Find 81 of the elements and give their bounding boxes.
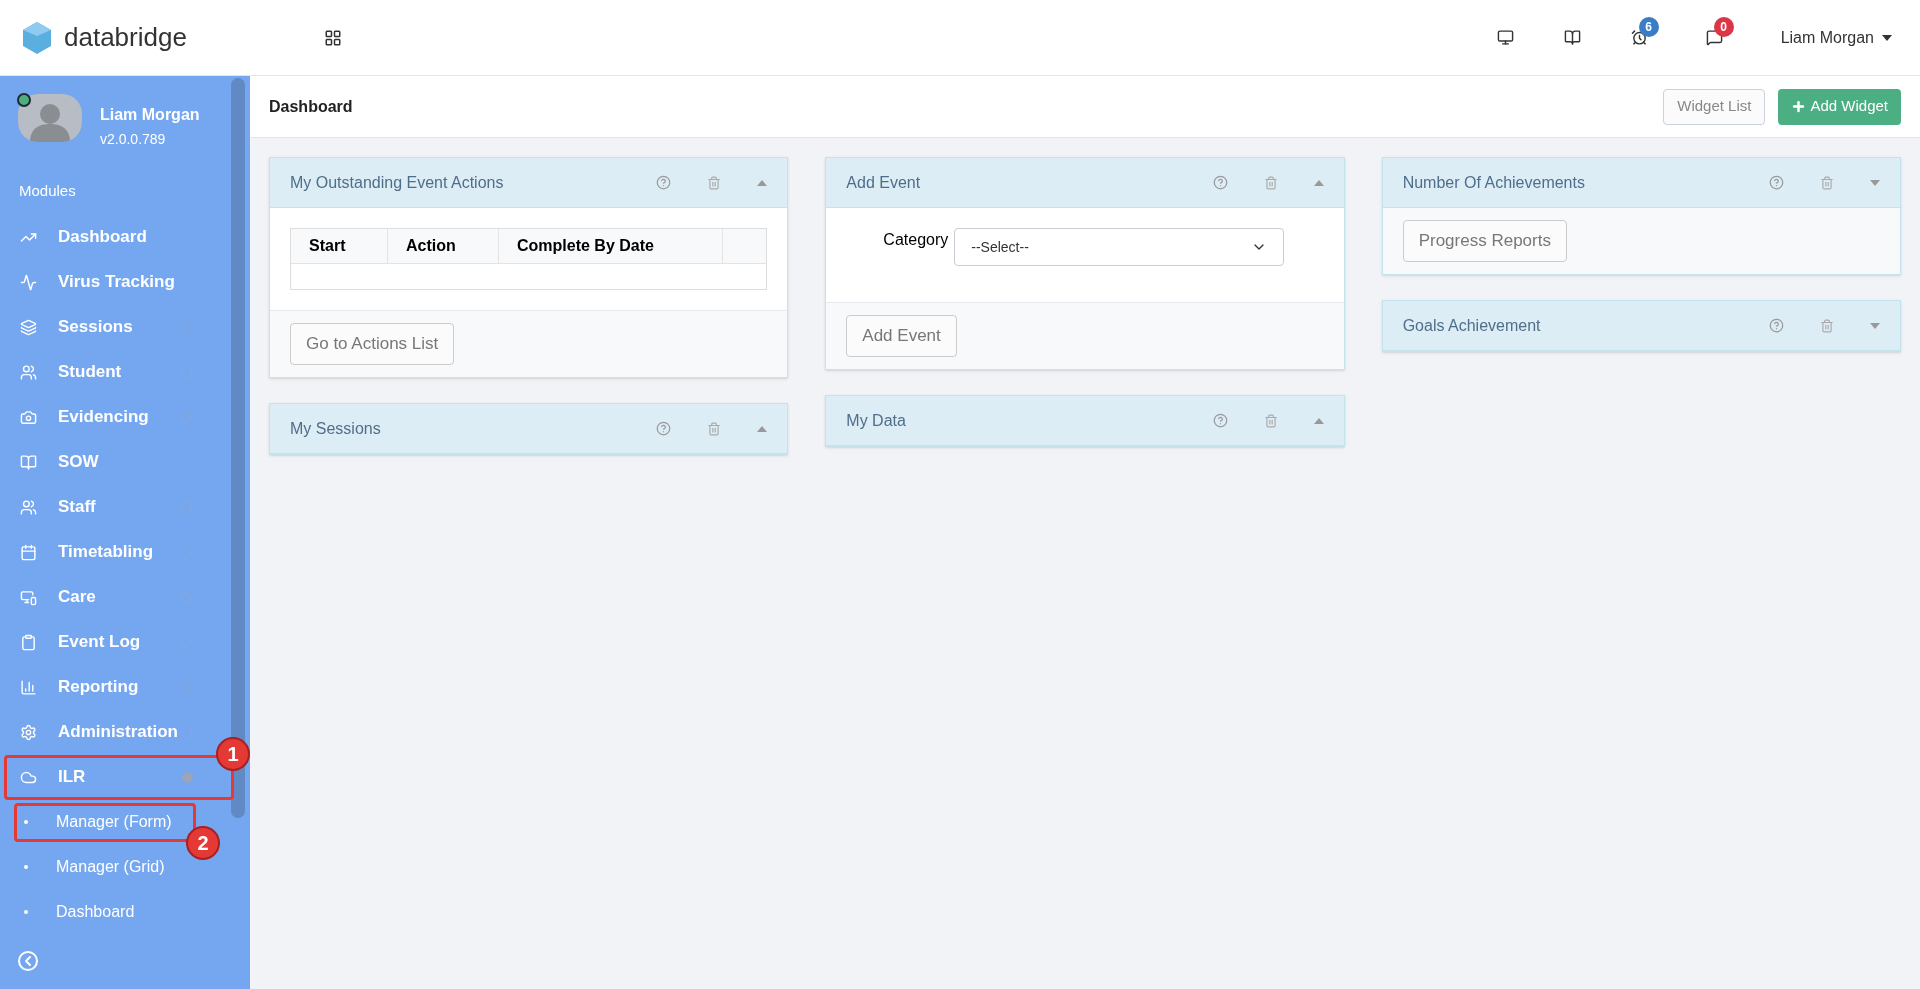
widget-title: Number Of Achievements [1402, 172, 1586, 193]
plus-icon [1791, 99, 1807, 114]
collapse-sidebar-icon[interactable] [18, 951, 38, 971]
widget-title: Goals Achievement [1402, 315, 1542, 336]
bullet-icon [24, 865, 28, 869]
caret-icon[interactable] [1870, 179, 1880, 186]
help-icon[interactable] [1212, 175, 1228, 190]
help-icon[interactable] [656, 421, 672, 436]
chat-bubble-icon[interactable] [1705, 29, 1723, 46]
submenu-item[interactable]: Manager (Form) [17, 805, 193, 839]
widget-list-button[interactable]: Widget List [1663, 88, 1766, 125]
calendar-icon [20, 543, 37, 561]
help-icon[interactable] [1212, 413, 1228, 428]
trash-icon[interactable] [1820, 318, 1834, 333]
caret-icon [1882, 34, 1892, 41]
sidebar-item[interactable]: Staff [0, 484, 220, 530]
sidebar-item[interactable]: Evidencing [0, 394, 220, 440]
clipboard-icon [20, 633, 37, 651]
caret-icon[interactable] [757, 179, 768, 186]
apps-grid-icon[interactable] [324, 28, 342, 47]
settings-icon [20, 723, 37, 741]
sidebar-item[interactable]: Reporting [0, 664, 220, 710]
sidebar-item[interactable]: Student [0, 349, 220, 395]
column-header: Start [291, 229, 388, 263]
sidebar-item[interactable]: Care [0, 574, 220, 620]
help-icon[interactable] [1769, 175, 1784, 190]
sidebar-item[interactable]: Dashboard [0, 214, 220, 260]
caret-icon[interactable] [1313, 179, 1324, 186]
trash-icon[interactable] [707, 175, 722, 190]
page-title: Dashboard [269, 96, 354, 117]
user-icon [20, 363, 37, 381]
sidebar-item[interactable]: Timetabling [0, 529, 220, 575]
trash-icon[interactable] [1263, 175, 1278, 190]
bullet-icon [24, 910, 28, 914]
add-widget-button[interactable]: Add Widget [1778, 88, 1901, 125]
user-icon [20, 498, 37, 516]
trash-icon[interactable] [1820, 175, 1834, 190]
avatar-silhouette [18, 94, 82, 142]
widget-title: My Outstanding Event Actions [290, 172, 505, 193]
column-header: Complete By Date [499, 229, 723, 263]
annotation-badge: 2 [186, 825, 220, 860]
bar-chart-icon [20, 678, 37, 696]
section-label: Modules [18, 181, 77, 201]
field-label: Category [883, 230, 949, 250]
bullet-icon [24, 820, 28, 824]
widget-title: My Sessions [290, 418, 382, 439]
submenu-item[interactable]: Dashboard [0, 892, 220, 932]
widget-button[interactable]: Go to Actions List [290, 323, 455, 365]
screen-icon[interactable] [1496, 29, 1514, 46]
sidebar-item[interactable]: Event Log [0, 619, 220, 665]
help-icon[interactable] [1769, 318, 1784, 333]
caret-icon[interactable] [757, 425, 768, 432]
notification-badge: 0 [1713, 17, 1734, 37]
caret-icon[interactable] [1313, 417, 1324, 424]
alarm-clock-icon[interactable] [1630, 29, 1648, 46]
notification-badge: 6 [1638, 17, 1659, 37]
sidebar-item[interactable]: Virus Tracking [0, 259, 220, 305]
version-label: v2.0.0.789 [100, 130, 167, 149]
widget-title: Add Event [846, 172, 922, 193]
widget-title: My Data [846, 410, 907, 431]
sidebar-item[interactable]: Sessions [0, 304, 220, 350]
help-icon[interactable] [656, 175, 672, 190]
widget-button[interactable]: Add Event [846, 315, 957, 357]
layers-icon [20, 318, 37, 336]
pulse-icon [20, 273, 37, 291]
logo-icon [22, 21, 52, 54]
annotation-badge: 1 [216, 736, 250, 771]
sidebar-item[interactable]: SOW [0, 439, 220, 485]
trash-icon[interactable] [1263, 413, 1278, 428]
profile-name: Liam Morgan [100, 105, 200, 125]
column-header: Action [388, 229, 499, 263]
book-icon [20, 453, 37, 471]
category-select[interactable]: --Select-- [954, 228, 1285, 266]
book-icon[interactable] [1563, 29, 1581, 46]
widget-button[interactable]: Progress Reports [1402, 220, 1567, 262]
camera-icon [20, 408, 37, 426]
brand-name: databridge [64, 21, 187, 54]
trash-icon[interactable] [707, 421, 722, 436]
screen-icon [20, 588, 37, 606]
user-menu[interactable]: Liam Morgan [1780, 25, 1892, 50]
caret-icon[interactable] [1870, 322, 1880, 329]
